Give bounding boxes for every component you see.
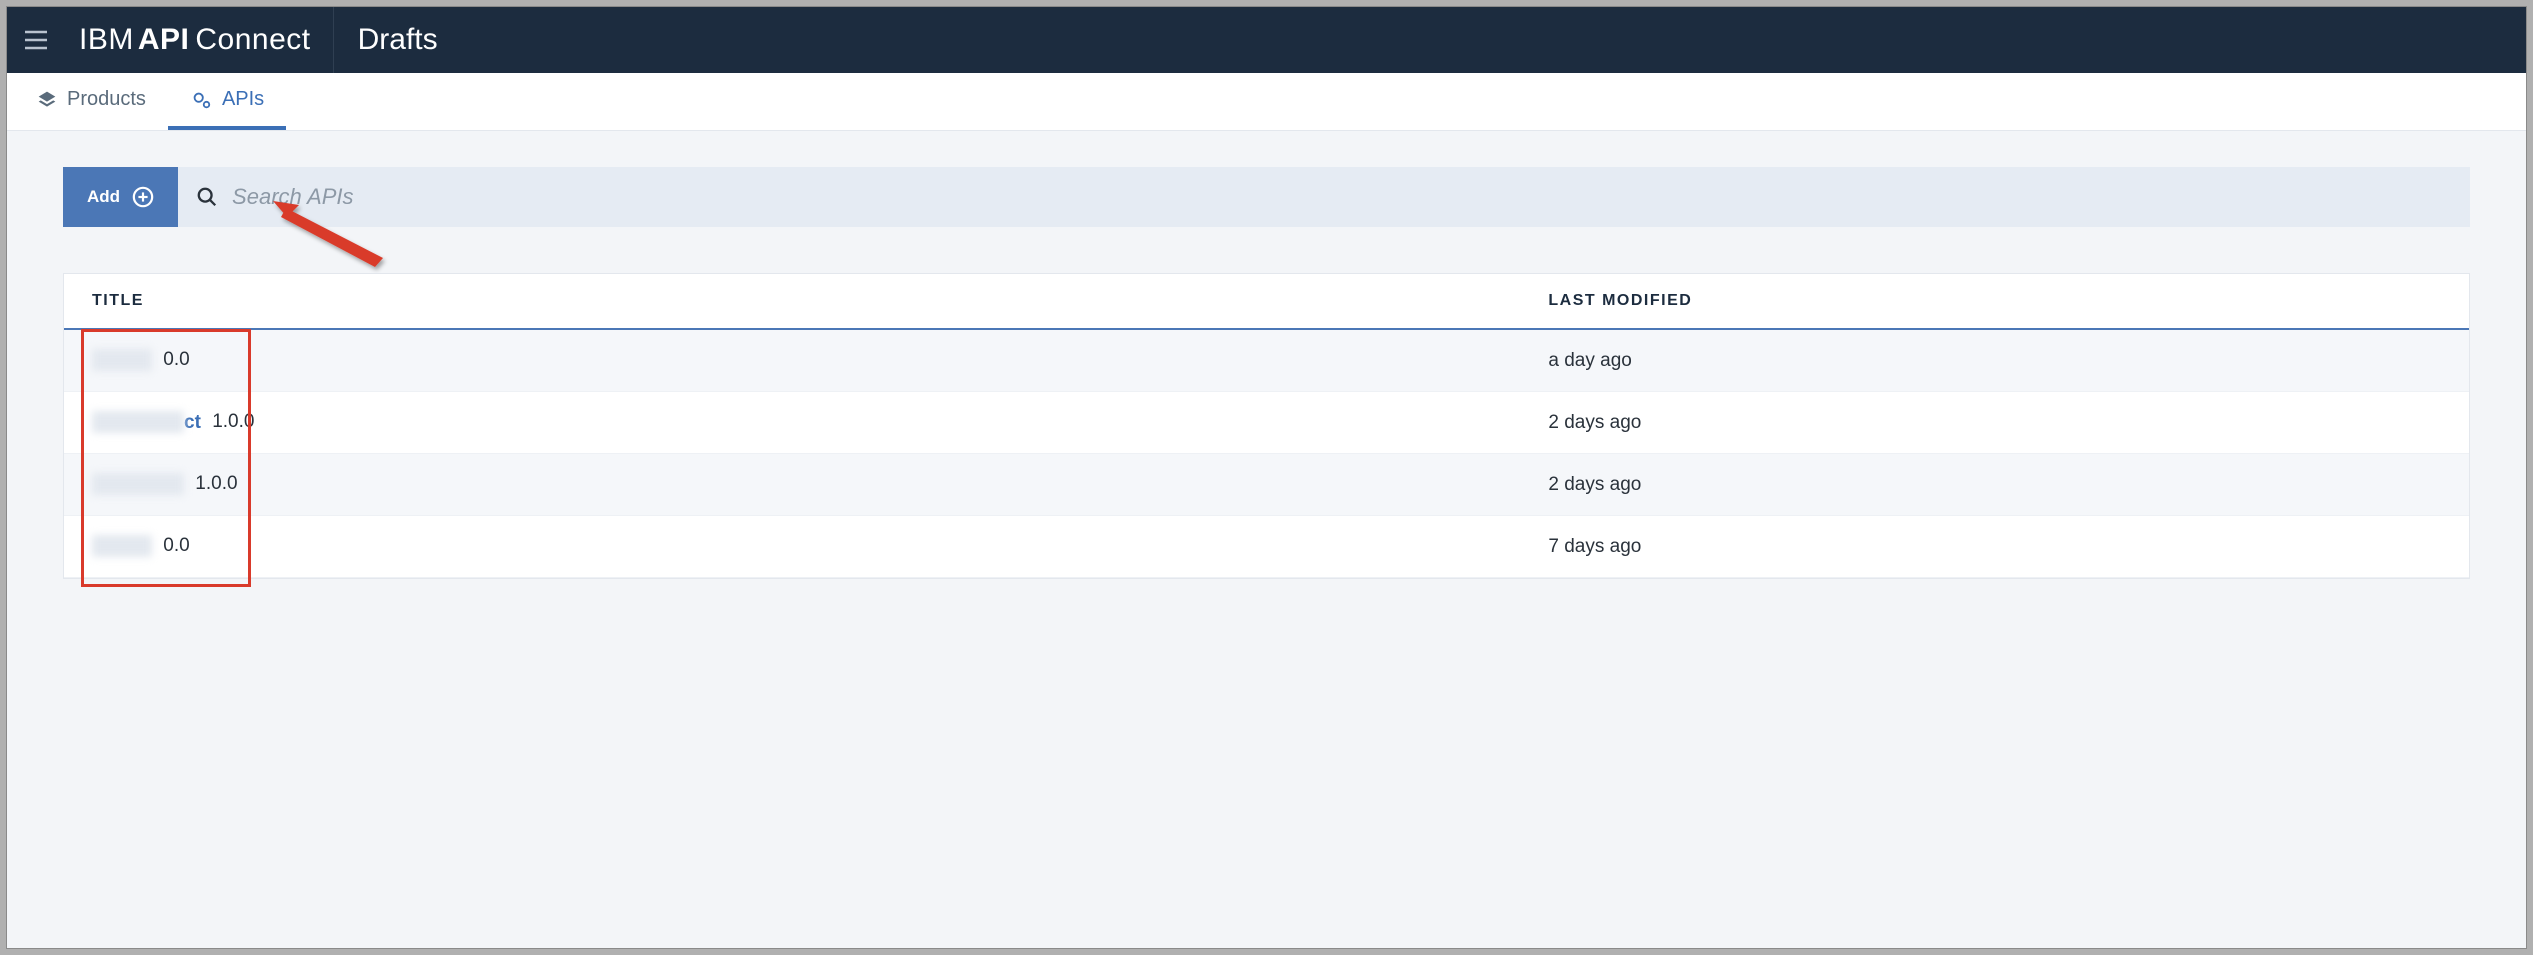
table-header: TITLE LAST MODIFIED (64, 274, 2469, 330)
table-row[interactable]: 0.0 a day ago (64, 330, 2469, 392)
tabs-bar: Products APIs (7, 73, 2526, 131)
top-bar: IBM API Connect Drafts (7, 7, 2526, 73)
cell-title: ct 1.0.0 (92, 411, 1548, 433)
tab-products[interactable]: Products (15, 73, 168, 130)
cell-modified: 7 days ago (1548, 536, 2441, 558)
menu-button[interactable] (7, 7, 65, 73)
page-title: Drafts (334, 7, 462, 73)
table-row[interactable]: ct 1.0.0 2 days ago (64, 392, 2469, 454)
search-input[interactable] (232, 184, 2452, 210)
add-button[interactable]: Add (63, 167, 178, 227)
cell-title: 1.0.0 (92, 473, 1548, 495)
hamburger-icon (24, 30, 48, 50)
search-icon (196, 186, 218, 208)
api-version: 0.0 (163, 350, 189, 371)
cell-title: 0.0 (92, 349, 1548, 371)
add-button-label: Add (87, 187, 120, 207)
toolbar: Add (63, 167, 2470, 227)
table-row[interactable]: 1.0.0 2 days ago (64, 454, 2469, 516)
brand-title[interactable]: IBM API Connect (65, 7, 334, 73)
tab-apis[interactable]: APIs (168, 73, 286, 130)
content-area: Add (7, 131, 2526, 579)
col-header-title: TITLE (92, 292, 1548, 310)
api-version: 1.0.0 (195, 474, 237, 495)
api-name-link[interactable] (92, 474, 184, 495)
api-version: 1.0.0 (212, 412, 254, 433)
layers-icon (37, 90, 57, 110)
tab-apis-label: APIs (222, 88, 264, 111)
api-name-link[interactable] (92, 536, 152, 557)
cell-modified: 2 days ago (1548, 412, 2441, 434)
search-wrap (178, 167, 2470, 227)
table-row[interactable]: 0.0 7 days ago (64, 516, 2469, 578)
gears-icon (190, 89, 212, 111)
brand-prefix: IBM (79, 23, 134, 57)
api-version: 0.0 (163, 536, 189, 557)
brand-bold: API (138, 23, 190, 57)
apis-table: TITLE LAST MODIFIED 0.0 a day ago ct 1.0… (63, 273, 2470, 579)
cell-modified: 2 days ago (1548, 474, 2441, 496)
tab-products-label: Products (67, 88, 146, 111)
col-header-modified: LAST MODIFIED (1548, 292, 2441, 310)
api-name-link[interactable]: ct (92, 412, 201, 433)
brand-suffix: Connect (195, 23, 310, 57)
table-wrap: TITLE LAST MODIFIED 0.0 a day ago ct 1.0… (63, 273, 2470, 579)
api-name-link[interactable] (92, 350, 152, 371)
plus-circle-icon (132, 186, 154, 208)
cell-modified: a day ago (1548, 350, 2441, 372)
app-frame: IBM API Connect Drafts Products APIs Add (6, 6, 2527, 949)
cell-title: 0.0 (92, 535, 1548, 557)
